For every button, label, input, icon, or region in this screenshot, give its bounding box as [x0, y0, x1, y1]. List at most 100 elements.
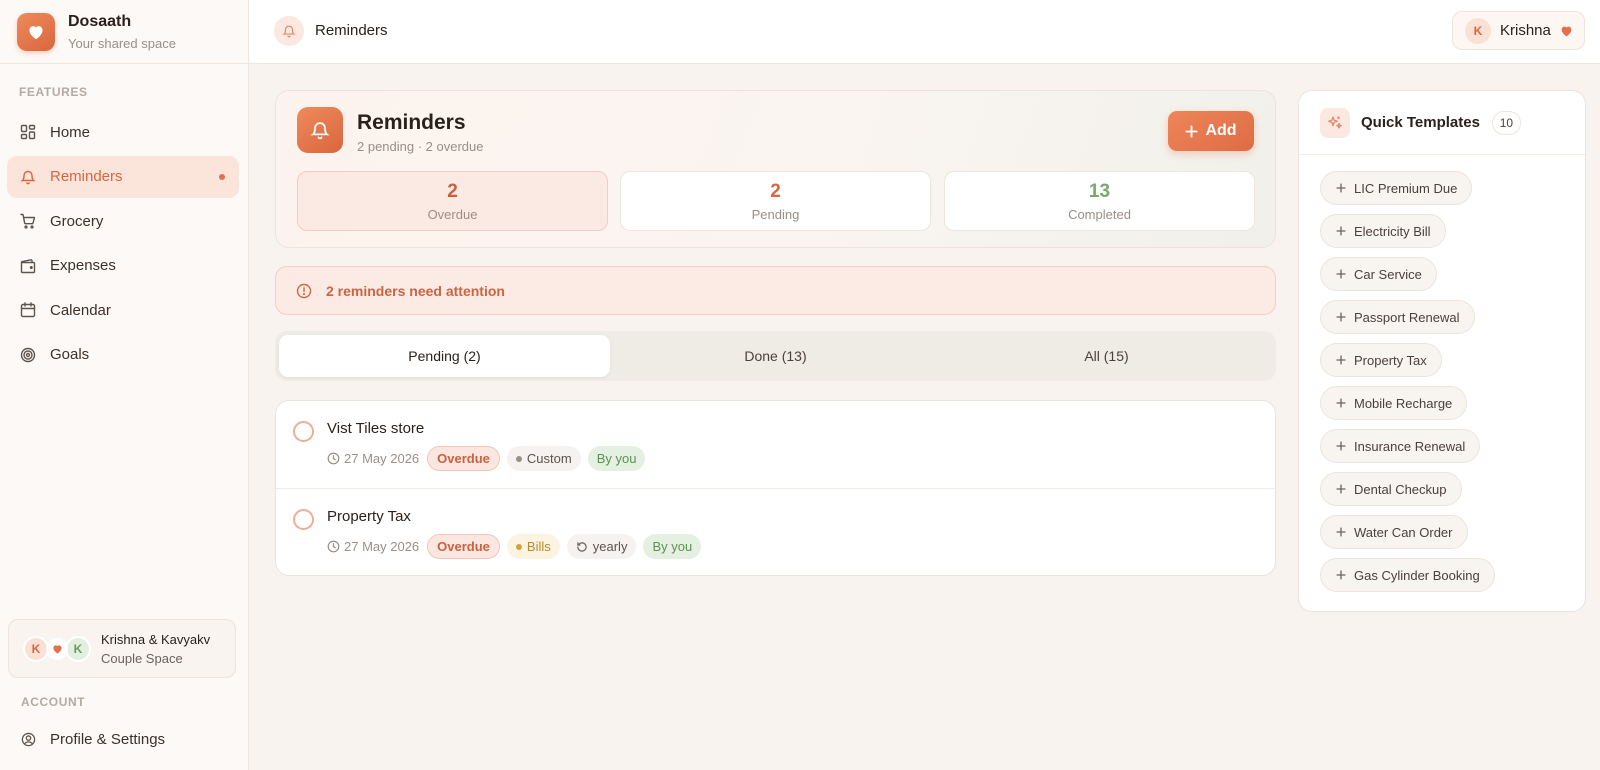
- stat-value: 2: [770, 181, 781, 202]
- heart-icon: [46, 637, 68, 660]
- clock-icon: [327, 540, 340, 553]
- category-label: Bills: [526, 539, 551, 554]
- add-label: Add: [1205, 122, 1237, 139]
- account-label: ACCOUNT: [21, 695, 86, 709]
- template-chip[interactable]: Gas Cylinder Booking: [1320, 558, 1495, 592]
- reminder-meta: 27 May 2026 Overdue Custom By you: [327, 446, 646, 471]
- stat-overdue[interactable]: 2 Overdue: [297, 171, 608, 231]
- stat-completed[interactable]: 13 Completed: [944, 171, 1255, 231]
- complete-checkbox[interactable]: [293, 509, 314, 530]
- template-label: Gas Cylinder Booking: [1354, 567, 1480, 583]
- add-reminder-button[interactable]: Add: [1168, 111, 1254, 151]
- stat-value: 13: [1088, 181, 1111, 202]
- tab-done[interactable]: Done (13): [610, 335, 941, 377]
- sparkles-icon: [1320, 107, 1350, 138]
- couple-space-card[interactable]: K K Krishna & Kavyakv Couple Space: [8, 619, 236, 678]
- brand-name: Dosaath: [68, 12, 132, 30]
- sidebar-item-label: Calendar: [50, 301, 111, 319]
- sidebar-item-goals[interactable]: Goals: [7, 334, 239, 376]
- templates-count-badge: 10: [1491, 110, 1521, 135]
- sidebar-item-label: Goals: [50, 346, 90, 363]
- tab-pending[interactable]: Pending (2): [279, 335, 610, 377]
- category-badge: Custom: [506, 446, 581, 471]
- template-label: Mobile Recharge: [1354, 395, 1453, 411]
- sidebar-nav: Home Reminders Grocery Expenses Calendar…: [7, 111, 239, 378]
- template-chip[interactable]: Property Tax: [1320, 343, 1442, 377]
- sidebar-item-expenses[interactable]: Expenses: [7, 245, 239, 287]
- owner-badge: By you: [643, 534, 702, 559]
- bell-icon: [20, 169, 36, 185]
- template-chip[interactable]: Mobile Recharge: [1320, 386, 1468, 420]
- sidebar-item-calendar[interactable]: Calendar: [7, 289, 239, 331]
- target-icon: [20, 347, 36, 363]
- plus-icon: [1336, 441, 1346, 451]
- top-bar: Reminders K Krishna: [249, 0, 1600, 64]
- template-chip[interactable]: LIC Premium Due: [1320, 171, 1473, 205]
- sidebar-item-home[interactable]: Home: [7, 111, 239, 153]
- page-title: Reminders: [315, 22, 388, 39]
- plus-icon: [1336, 570, 1346, 580]
- complete-checkbox[interactable]: [293, 421, 314, 442]
- user-circle-icon: [21, 732, 36, 747]
- repeat-badge: yearly: [566, 534, 637, 559]
- reminder-title: Property Tax: [327, 508, 411, 525]
- reminder-list: Vist Tiles store 27 May 2026 Overdue Cus…: [275, 400, 1276, 576]
- reminder-title: Vist Tiles store: [327, 420, 425, 437]
- clock-icon: [327, 452, 340, 465]
- template-chip[interactable]: Car Service: [1320, 257, 1437, 291]
- sidebar-item-label: Expenses: [50, 257, 116, 274]
- templates-header: Quick Templates 10: [1299, 91, 1585, 155]
- plus-icon: [1336, 312, 1346, 322]
- category-dot: [515, 455, 522, 462]
- sidebar-item-label: Home: [50, 123, 91, 141]
- list-item[interactable]: Property Tax 27 May 2026 Overdue Bills y…: [276, 489, 1275, 575]
- section-subtitle: 2 pending · 2 overdue: [357, 139, 484, 154]
- repeat-label: yearly: [592, 539, 628, 554]
- template-label: Property Tax: [1354, 352, 1427, 368]
- stat-label: Pending: [751, 207, 800, 222]
- avatar: K: [1465, 17, 1491, 44]
- user-menu[interactable]: K Krishna: [1452, 11, 1585, 50]
- template-label: Water Can Order: [1354, 524, 1453, 540]
- templates-list: LIC Premium Due Electricity Bill Car Servi…: [1299, 155, 1585, 601]
- template-chip[interactable]: Dental Checkup: [1320, 472, 1462, 506]
- repeat-icon: [577, 541, 587, 552]
- sidebar: Dosaath Your shared space FEATURES Home …: [0, 0, 249, 770]
- heart-icon: [1560, 25, 1573, 37]
- attention-alert: 2 reminders need attention: [275, 266, 1276, 315]
- templates-title: Quick Templates: [1361, 114, 1480, 131]
- tab-all[interactable]: All (15): [941, 335, 1272, 377]
- avatar: K: [65, 635, 91, 662]
- category-badge: Bills: [506, 534, 560, 559]
- alert-text: 2 reminders need attention: [326, 282, 505, 299]
- category-dot: [515, 543, 522, 550]
- couple-names: Krishna & Kavyakv: [101, 631, 211, 647]
- sidebar-item-profile[interactable]: Profile & Settings: [7, 718, 239, 760]
- reminder-date: 27 May 2026: [344, 451, 420, 466]
- sidebar-item-label: Grocery: [50, 212, 104, 230]
- user-name: Krishna: [1500, 22, 1551, 39]
- reminder-meta: 27 May 2026 Overdue Bills yearly By you: [327, 534, 702, 559]
- brand-tagline: Your shared space: [68, 35, 176, 51]
- template-label: Electricity Bill: [1354, 223, 1431, 239]
- sidebar-item-label: Reminders: [50, 168, 123, 185]
- active-indicator: [219, 173, 225, 180]
- template-chip[interactable]: Insurance Renewal: [1320, 429, 1481, 463]
- sidebar-item-reminders[interactable]: Reminders: [7, 155, 239, 198]
- template-label: Insurance Renewal: [1354, 438, 1466, 454]
- template-chip[interactable]: Passport Renewal: [1320, 300, 1475, 334]
- template-chip[interactable]: Water Can Order: [1320, 515, 1468, 549]
- template-label: LIC Premium Due: [1354, 180, 1458, 196]
- plus-icon: [1336, 269, 1346, 279]
- bell-icon: [297, 107, 343, 153]
- template-chip[interactable]: Electricity Bill: [1320, 214, 1446, 248]
- grid-icon: [20, 124, 36, 140]
- sidebar-item-grocery[interactable]: Grocery: [7, 200, 239, 242]
- section-title: Reminders: [357, 111, 466, 134]
- calendar-icon: [20, 302, 36, 318]
- plus-icon: [1336, 355, 1346, 365]
- stat-pending[interactable]: 2 Pending: [620, 171, 931, 231]
- plus-icon: [1336, 484, 1346, 494]
- list-item[interactable]: Vist Tiles store 27 May 2026 Overdue Cus…: [276, 401, 1275, 489]
- template-label: Passport Renewal: [1354, 309, 1460, 325]
